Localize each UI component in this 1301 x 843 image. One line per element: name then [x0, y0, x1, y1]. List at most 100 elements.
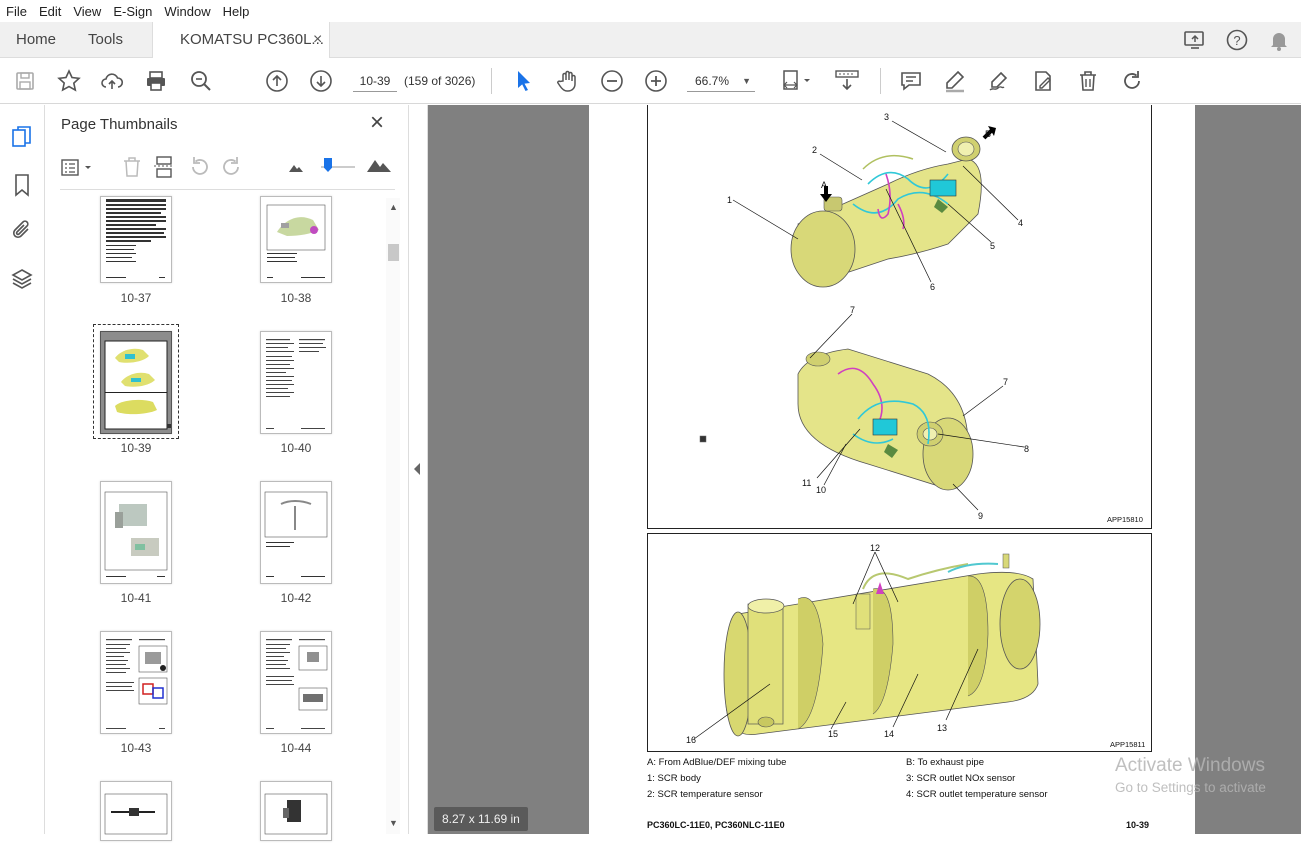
thumbnail-label: 10-41 [120, 591, 152, 605]
rotate-redo-icon[interactable] [1119, 68, 1145, 94]
menu-help[interactable]: Help [217, 4, 256, 19]
thumbnail-label: 10-42 [280, 591, 312, 605]
scroll-down-icon[interactable]: ▼ [389, 818, 398, 828]
thumbnail-page[interactable] [100, 196, 172, 283]
next-page-icon[interactable] [308, 68, 334, 94]
menu-file[interactable]: File [0, 4, 33, 19]
bookmarks-icon[interactable] [10, 173, 34, 197]
windows-activation-subtext: Go to Settings to activate [1115, 780, 1266, 795]
callout-7a: 7 [850, 305, 855, 315]
menu-edit[interactable]: Edit [33, 4, 67, 19]
scroll-thumb[interactable] [388, 244, 399, 261]
fit-page-icon[interactable] [780, 68, 814, 94]
menu-view[interactable]: View [67, 4, 107, 19]
scr-assembly-illustration: 1 2 3 4 5 6 A B 7 7 8 9 10 11 APP15810 [699, 112, 1143, 524]
select-cursor-icon[interactable] [511, 68, 537, 94]
rotate-right-icon[interactable] [221, 155, 243, 182]
scroll-up-icon[interactable]: ▲ [389, 202, 398, 212]
panel-title: Page Thumbnails [61, 116, 178, 133]
notification-bell-icon[interactable] [1267, 28, 1291, 52]
layers-icon[interactable] [10, 267, 34, 291]
share-screen-icon[interactable] [1183, 28, 1207, 52]
thumbnail-page[interactable] [260, 781, 332, 841]
draw-sign-icon[interactable] [986, 68, 1012, 94]
upload-cloud-icon[interactable] [99, 68, 125, 94]
zoom-search-icon[interactable] [188, 68, 214, 94]
thumbnail-page[interactable] [100, 781, 172, 841]
callout-11: 11 [802, 478, 811, 488]
thumbnail-page[interactable] [100, 631, 172, 734]
windows-activation-watermark: Activate Windows [1115, 755, 1265, 776]
tab-home[interactable]: Home [16, 22, 56, 58]
callout-2: 2 [812, 145, 817, 155]
page-thumbnails-icon[interactable] [10, 125, 34, 149]
main-toolbar: 10-39 (159 of 3026) 66.7% ▼ [0, 58, 1301, 104]
tab-bar: Home Tools KOMATSU PC360L... × ? [0, 22, 1301, 59]
callout-5: 5 [990, 241, 995, 251]
menu-window[interactable]: Window [158, 4, 216, 19]
thumbnail-label: 10-38 [280, 291, 312, 305]
menu-bar: File Edit View E-Sign Window Help [0, 0, 1301, 22]
bookmark-star-icon[interactable] [56, 68, 82, 94]
thumbnail-page[interactable] [260, 331, 332, 434]
delete-pages-icon[interactable] [121, 155, 143, 182]
print-icon[interactable] [143, 68, 169, 94]
thumbnail-page[interactable] [260, 631, 332, 734]
callout-14: 14 [884, 729, 894, 739]
tab-document[interactable]: KOMATSU PC360L... × [152, 22, 330, 59]
thumbnail-page[interactable] [100, 481, 172, 584]
legend-b: B: To exhaust pipe [906, 757, 984, 768]
thumbnails-scrollbar[interactable]: ▲ ▼ [386, 198, 400, 834]
save-icon[interactable] [12, 68, 38, 94]
zoom-in-icon[interactable] [643, 68, 669, 94]
thumbnail-label: 10-40 [280, 441, 312, 455]
callout-9: 9 [978, 511, 983, 521]
callout-15: 15 [828, 729, 838, 739]
tab-document-label: KOMATSU PC360L... [180, 31, 324, 48]
menu-esign[interactable]: E-Sign [107, 4, 158, 19]
svg-text:?: ? [1233, 33, 1240, 48]
scroll-mode-icon[interactable] [833, 68, 861, 94]
panel-close-icon[interactable]: × [370, 111, 384, 135]
callout-16: 16 [686, 735, 696, 745]
chevron-down-icon: ▼ [742, 76, 751, 86]
hand-tool-icon[interactable] [555, 68, 581, 94]
thumbnail-size-slider[interactable] [321, 158, 355, 176]
callout-1: 1 [727, 195, 732, 205]
help-icon[interactable]: ? [1225, 28, 1249, 52]
edit-document-icon[interactable] [1030, 68, 1056, 94]
thumbnail-label: 10-43 [120, 741, 152, 755]
small-thumbnail-icon [289, 161, 303, 176]
page-count-label: (159 of 3026) [404, 74, 476, 88]
thumbnail-label: 10-44 [280, 741, 312, 755]
thumbnail-options-icon[interactable] [61, 157, 95, 179]
zoom-level-select[interactable]: 66.7% ▼ [687, 70, 755, 92]
callout-13: 13 [937, 723, 947, 733]
callout-B: B [985, 129, 991, 139]
collapse-panel-icon[interactable] [414, 463, 420, 475]
attachments-paperclip-icon[interactable] [10, 219, 34, 243]
thumbnail-page-current[interactable] [100, 331, 172, 434]
left-navigation-rail [0, 105, 45, 834]
callout-12: 12 [870, 543, 880, 553]
insert-pages-icon[interactable] [153, 155, 175, 182]
comment-icon[interactable] [898, 68, 924, 94]
scr-body-illustration: 12 13 14 15 16 APP15811 [686, 543, 1145, 749]
panel-splitter[interactable] [408, 105, 428, 834]
tab-close-icon[interactable]: × [313, 22, 322, 58]
callout-3: 3 [884, 112, 889, 122]
figure-scr-assembly: 1 2 3 4 5 6 A B 7 7 8 9 10 11 APP15810 [647, 105, 1152, 529]
pdf-page: 1 2 3 4 5 6 A B 7 7 8 9 10 11 APP15810 1… [589, 105, 1195, 834]
figure-code-2: APP15811 [1110, 740, 1145, 749]
document-view[interactable]: 1 2 3 4 5 6 A B 7 7 8 9 10 11 APP15810 1… [428, 105, 1301, 834]
zoom-out-icon[interactable] [599, 68, 625, 94]
rotate-left-icon[interactable] [188, 155, 210, 182]
page-number-input[interactable]: 10-39 [353, 70, 397, 92]
highlight-pen-icon[interactable] [942, 68, 968, 94]
delete-trash-icon[interactable] [1075, 68, 1101, 94]
tab-tools[interactable]: Tools [88, 22, 123, 58]
thumbnail-label: 10-37 [120, 291, 152, 305]
previous-page-icon[interactable] [264, 68, 290, 94]
thumbnail-page[interactable] [260, 196, 332, 283]
thumbnail-page[interactable] [260, 481, 332, 584]
